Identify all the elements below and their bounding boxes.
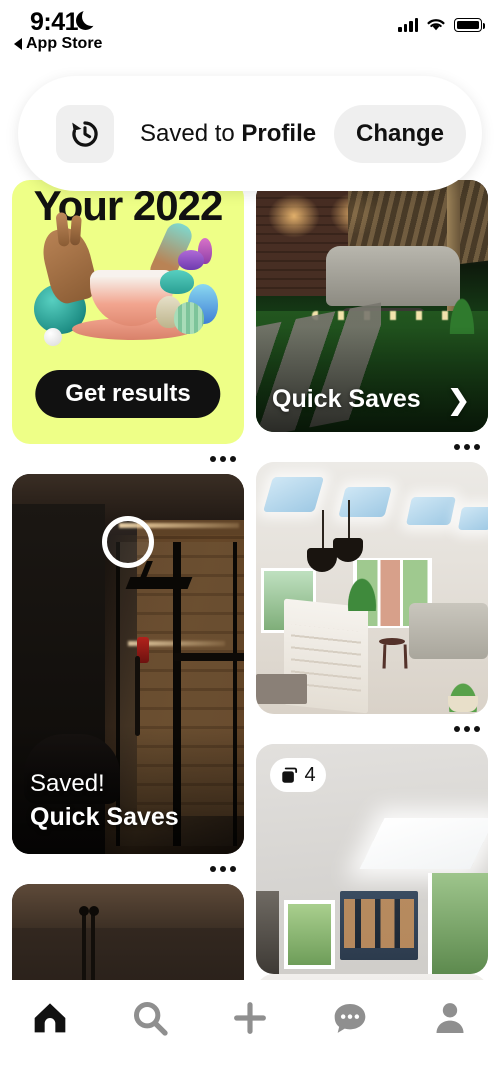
nav-item-search[interactable]	[116, 994, 184, 1042]
pin-card-your-2022[interactable]: Your 2022 Get results	[12, 180, 244, 474]
pin-card-dark-partial[interactable]	[12, 884, 244, 980]
cellular-bars-icon	[398, 17, 418, 32]
pin-overflow-menu[interactable]	[256, 432, 488, 462]
saved-board-label: Quick Saves	[30, 803, 179, 831]
chevron-right-icon[interactable]: ❯	[447, 387, 470, 414]
carousel-stack-icon	[282, 767, 298, 783]
toast-message: Saved to Profile	[114, 120, 334, 148]
saved-confirmation-label: Saved!	[30, 770, 105, 797]
nav-item-create[interactable]	[216, 994, 284, 1042]
pin-card-navy-kitchen[interactable]: 4	[256, 744, 488, 974]
chat-bubble-icon	[334, 1004, 366, 1033]
pin-overflow-menu[interactable]	[12, 854, 244, 884]
carousel-count-badge: 4	[270, 758, 326, 792]
nav-item-profile[interactable]	[416, 994, 484, 1042]
status-bar-indicators	[398, 16, 485, 32]
save-progress-ring-icon	[102, 516, 154, 568]
toast-message-prefix: Saved to	[140, 119, 242, 147]
navy-kitchen-image[interactable]: 4	[256, 744, 488, 974]
bottom-navigation-bar	[0, 980, 500, 1080]
home-icon	[34, 1003, 66, 1033]
carousel-count-label: 4	[304, 763, 316, 786]
promo-collage-art	[28, 219, 228, 352]
nav-item-messages[interactable]	[316, 994, 384, 1042]
white-kitchen-image[interactable]	[256, 462, 488, 714]
change-board-button[interactable]: Change	[333, 104, 466, 163]
board-card-quick-saves[interactable]: Quick Saves ❯	[256, 180, 488, 462]
dark-bathroom-image[interactable]: Saved! Quick Saves	[12, 474, 244, 854]
pin-overflow-menu[interactable]	[12, 444, 244, 474]
back-label: App Store	[26, 35, 103, 52]
board-name-label: Quick Saves	[272, 385, 421, 413]
feed-column-right: Quick Saves ❯ 4	[256, 180, 488, 980]
nav-item-home[interactable]	[16, 994, 84, 1042]
wifi-icon	[427, 19, 445, 31]
search-icon	[134, 1002, 168, 1036]
toast-board-name: Profile	[241, 119, 317, 147]
crescent-moon-icon	[76, 11, 95, 30]
promo-image[interactable]: Your 2022 Get results	[12, 180, 244, 444]
save-confirmation-toast[interactable]: Saved to Profile Change	[18, 76, 482, 191]
status-bar-time: 9:41	[30, 8, 79, 36]
feed-column-left: Your 2022 Get results Saved! Quick Saves	[12, 180, 244, 980]
quick-saves-cover-image[interactable]: Quick Saves ❯	[256, 180, 488, 432]
pin-overflow-menu[interactable]	[256, 714, 488, 744]
pin-feed[interactable]: Your 2022 Get results Saved! Quick Saves…	[0, 180, 500, 980]
plus-icon	[234, 1002, 266, 1034]
pin-card-white-kitchen[interactable]	[256, 462, 488, 744]
phone-screen: 9:41 App Store Your 2022 Get results Sav…	[0, 0, 500, 1080]
battery-full-icon	[454, 18, 485, 32]
get-results-button[interactable]: Get results	[35, 370, 221, 418]
back-to-app-store-link[interactable]: App Store	[14, 35, 102, 53]
history-clock-icon	[56, 104, 114, 163]
person-icon	[436, 1003, 464, 1033]
pin-card-dark-bathroom[interactable]: Saved! Quick Saves	[12, 474, 244, 884]
status-bar: 9:41 App Store	[0, 0, 500, 62]
dark-interior-image[interactable]	[12, 884, 244, 980]
back-triangle-icon	[14, 38, 22, 50]
